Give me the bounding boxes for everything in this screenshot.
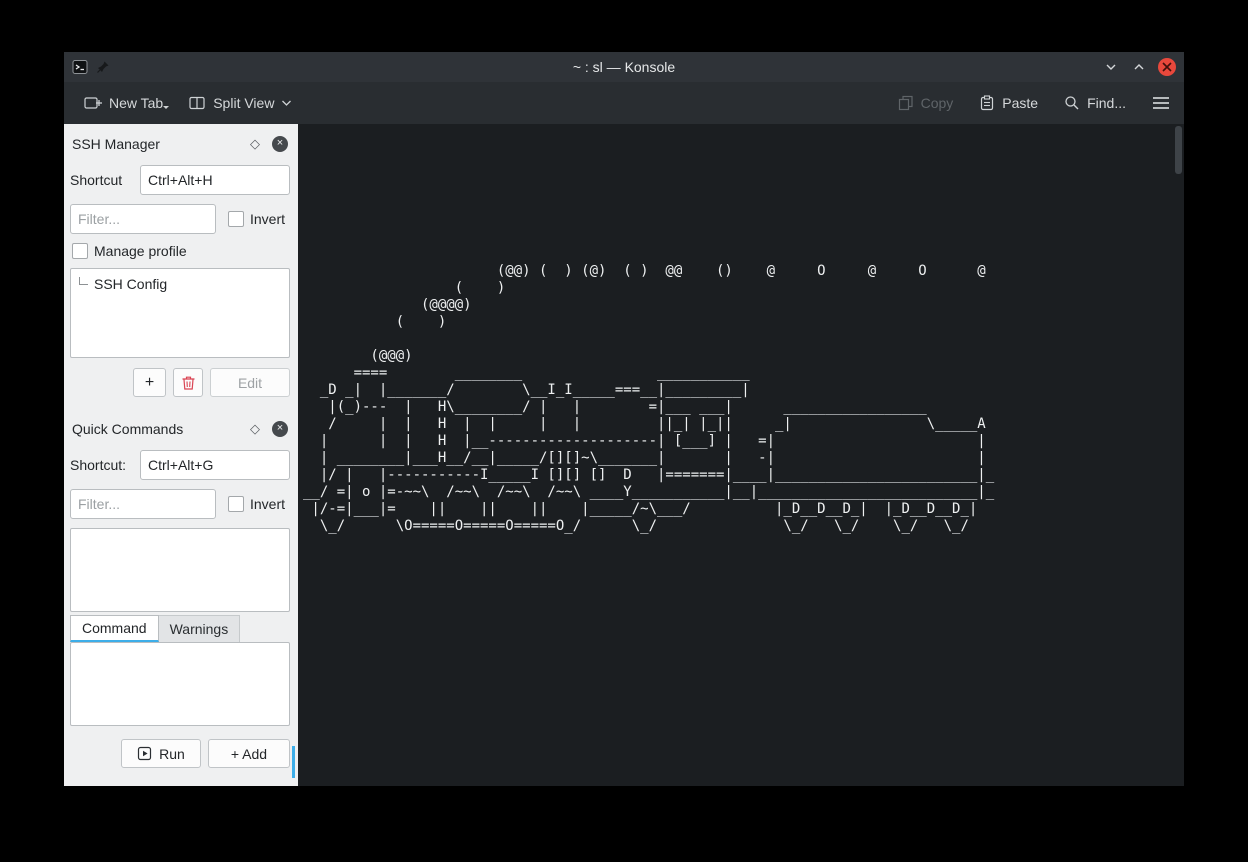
toolbar: New Tab Split View Copy Paste <box>64 82 1184 124</box>
close-panel-icon[interactable]: × <box>272 421 288 437</box>
ssh-shortcut-input[interactable] <box>140 165 290 195</box>
sidebar: SSH Manager ◇ × Shortcut Invert <box>64 124 298 786</box>
run-button-label: Run <box>159 746 185 762</box>
paste-button[interactable]: Paste <box>979 95 1038 111</box>
terminal-scrollbar <box>1175 126 1182 784</box>
quick-commands-panel-header: Quick Commands ◇ × <box>72 417 288 441</box>
chevron-up-icon <box>1131 59 1147 75</box>
titlebar: ~ : sl — Konsole <box>64 52 1184 82</box>
hamburger-menu-button[interactable] <box>1152 96 1170 110</box>
maximize-button[interactable] <box>1130 58 1148 76</box>
find-button[interactable]: Find... <box>1064 95 1126 111</box>
manage-profile-checkbox[interactable] <box>72 243 88 259</box>
copy-icon <box>898 95 914 111</box>
quick-commands-list[interactable] <box>70 528 290 612</box>
menu-caret-icon <box>163 106 169 112</box>
trash-icon <box>181 375 196 391</box>
quick-commands-panel: Quick Commands ◇ × Shortcut: Invert <box>64 409 298 768</box>
minimize-button[interactable] <box>1102 58 1120 76</box>
qc-tab-bar: Command Warnings <box>70 615 290 642</box>
ssh-manager-panel-title: SSH Manager <box>72 136 250 152</box>
quick-commands-panel-title: Quick Commands <box>72 421 250 437</box>
close-panel-icon[interactable]: × <box>272 136 288 152</box>
copy-button[interactable]: Copy <box>898 95 954 111</box>
window-content: SSH Manager ◇ × Shortcut Invert <box>64 124 1184 786</box>
window-controls <box>1102 52 1176 82</box>
ssh-manager-panel: SSH Manager ◇ × Shortcut Invert <box>64 124 298 397</box>
qc-invert-checkbox[interactable] <box>228 496 244 512</box>
tab-warnings[interactable]: Warnings <box>159 615 241 642</box>
terminal-screen[interactable]: (@@) ( ) (@) ( ) @@ () @ O @ O @ ( ) (@@… <box>298 124 1184 535</box>
qc-shortcut-label: Shortcut: <box>70 457 126 473</box>
paste-label: Paste <box>1002 95 1038 111</box>
split-view-button[interactable]: Split View <box>189 95 292 111</box>
ssh-config-item-label: SSH Config <box>94 276 167 292</box>
sidebar-scrollbar-thumb[interactable] <box>292 746 295 778</box>
ssh-config-list[interactable]: SSH Config <box>70 268 290 358</box>
float-panel-icon[interactable]: ◇ <box>250 136 260 152</box>
window-title: ~ : sl — Konsole <box>64 59 1184 75</box>
close-button[interactable] <box>1158 58 1176 76</box>
ssh-invert-label: Invert <box>250 211 285 227</box>
new-tab-icon <box>84 95 102 111</box>
close-icon <box>1162 62 1172 72</box>
delete-ssh-button[interactable] <box>173 368 203 397</box>
run-icon <box>137 746 152 761</box>
new-tab-label: New Tab <box>109 95 163 111</box>
qc-shortcut-input[interactable] <box>140 450 290 480</box>
new-tab-button[interactable]: New Tab <box>84 95 163 111</box>
terminal-scrollbar-thumb[interactable] <box>1175 126 1182 174</box>
ssh-filter-input[interactable] <box>70 204 216 234</box>
hamburger-menu-icon <box>1152 96 1170 110</box>
terminal-area[interactable]: (@@) ( ) (@) ( ) @@ () @ O @ O @ ( ) (@@… <box>298 124 1184 786</box>
konsole-app-icon <box>72 59 88 75</box>
edit-ssh-button[interactable]: Edit <box>210 368 290 397</box>
ssh-shortcut-row: Shortcut <box>70 165 290 195</box>
qc-buttons-row: Run + Add <box>70 739 290 768</box>
manage-profile-label: Manage profile <box>94 243 187 259</box>
qc-filter-input[interactable] <box>70 489 216 519</box>
konsole-window: ~ : sl — Konsole New Tab <box>64 52 1184 786</box>
ssh-filter-row: Invert <box>70 204 290 234</box>
titlebar-left-icons <box>72 52 110 82</box>
split-view-icon <box>189 95 206 111</box>
run-button[interactable]: Run <box>121 739 201 768</box>
list-item[interactable]: SSH Config <box>77 276 283 292</box>
chevron-down-icon <box>281 99 292 107</box>
add-command-button[interactable]: + Add <box>208 739 290 768</box>
ssh-manager-panel-header: SSH Manager ◇ × <box>72 132 288 156</box>
split-view-label: Split View <box>213 95 274 111</box>
add-ssh-button[interactable]: + <box>133 368 166 397</box>
chevron-down-icon <box>1103 59 1119 75</box>
pin-icon[interactable] <box>96 60 110 74</box>
qc-filter-row: Invert <box>70 489 290 519</box>
qc-invert-label: Invert <box>250 496 285 512</box>
tab-command[interactable]: Command <box>70 615 159 642</box>
ssh-buttons-row: + Edit <box>70 368 290 397</box>
paste-icon <box>979 95 995 111</box>
qc-command-editor[interactable] <box>70 642 290 726</box>
qc-shortcut-row: Shortcut: <box>70 450 290 480</box>
float-panel-icon[interactable]: ◇ <box>250 421 260 437</box>
ssh-shortcut-label: Shortcut <box>70 172 122 188</box>
find-label: Find... <box>1087 95 1126 111</box>
ssh-invert-checkbox[interactable] <box>228 211 244 227</box>
tree-branch-icon <box>79 277 88 285</box>
search-icon <box>1064 95 1080 111</box>
copy-label: Copy <box>921 95 954 111</box>
manage-profile-row: Manage profile <box>72 243 290 259</box>
